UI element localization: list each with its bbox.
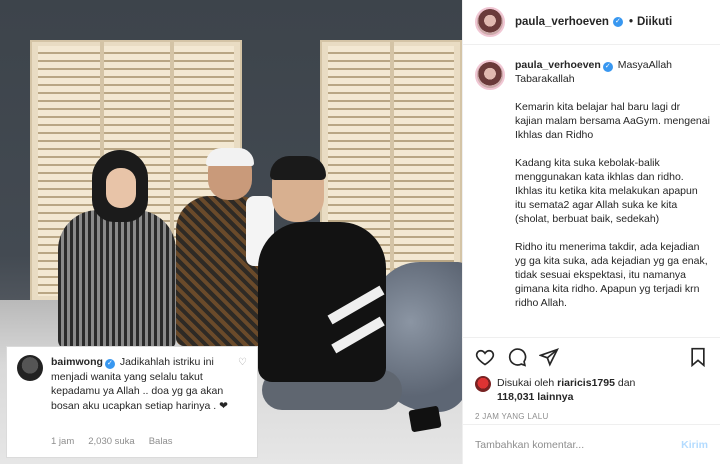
- comment-likes[interactable]: 2,030 suka: [88, 436, 134, 447]
- heart-icon[interactable]: [475, 347, 495, 367]
- post-photo[interactable]: baimwong ✓ Jadikahlah istriku ini menjadi…: [0, 0, 462, 464]
- verified-badge-icon: ✓: [612, 17, 623, 27]
- white-cap: [206, 148, 254, 166]
- caption-paragraph: Ridho itu menerima takdir, ada kejadian …: [515, 241, 708, 309]
- post-header: paula_verhoeven ✓ • Diikuti: [463, 0, 720, 45]
- action-bar: Disukai oleh riaricis1795 dan 118,031 la…: [463, 337, 720, 421]
- author-avatar[interactable]: [475, 7, 505, 37]
- following-button[interactable]: Diikuti: [637, 16, 672, 28]
- overlay-comment-text: baimwong ✓ Jadikahlah istriku ini menjadi…: [51, 355, 232, 413]
- overlay-comment-card: baimwong ✓ Jadikahlah istriku ini menjadi…: [6, 346, 258, 458]
- comment-time: 1 jam: [51, 436, 75, 447]
- comment-input[interactable]: [475, 438, 682, 451]
- likes-conjunction: dan: [617, 377, 636, 389]
- liker-username[interactable]: riaricis1795: [557, 377, 615, 389]
- caption-text: paula_verhoeven ✓ MasyaAllah Tabarakallah…: [515, 58, 710, 328]
- caption-area: paula_verhoeven ✓ MasyaAllah Tabarakallah…: [475, 58, 710, 328]
- comment-icon[interactable]: [507, 347, 527, 367]
- caption-paragraph: Kadang kita suka kebolak-balik menggunak…: [515, 157, 698, 225]
- woman-face: [106, 168, 136, 208]
- post-comment-button[interactable]: Kirim: [681, 439, 708, 451]
- add-comment-bar: Kirim: [463, 424, 720, 464]
- comment-reply-button[interactable]: Balas: [149, 436, 173, 447]
- author-username[interactable]: paula_verhoeven: [515, 16, 609, 28]
- verified-badge-icon: ✓: [104, 359, 115, 369]
- liker-avatar[interactable]: [475, 376, 491, 392]
- caption-author-avatar[interactable]: [475, 60, 505, 90]
- post-side-panel: paula_verhoeven ✓ • Diikuti paula_verhoe…: [462, 0, 720, 464]
- likes-count[interactable]: 118,031 lainnya: [497, 391, 573, 403]
- share-icon[interactable]: [539, 347, 559, 367]
- likes-prefix: Disukai oleh: [497, 377, 555, 389]
- follow-separator: •: [628, 16, 633, 28]
- bookmark-icon[interactable]: [688, 347, 708, 367]
- verified-badge-icon: ✓: [602, 62, 613, 72]
- man-hair: [270, 156, 326, 180]
- caption-username[interactable]: paula_verhoeven: [515, 59, 601, 71]
- caption-paragraph: Kemarin kita belajar hal baru lagi dr ka…: [515, 101, 710, 141]
- woman-body: [58, 210, 176, 350]
- post-timestamp[interactable]: 2 JAM YANG LALU: [475, 412, 708, 421]
- commenter-avatar[interactable]: [17, 355, 43, 381]
- commenter-username[interactable]: baimwong: [51, 356, 103, 368]
- comment-like-heart-icon[interactable]: ♡: [238, 357, 247, 368]
- comment-meta: 1 jam 2,030 suka Balas: [51, 436, 172, 447]
- likes-summary: Disukai oleh riaricis1795 dan 118,031 la…: [475, 376, 708, 404]
